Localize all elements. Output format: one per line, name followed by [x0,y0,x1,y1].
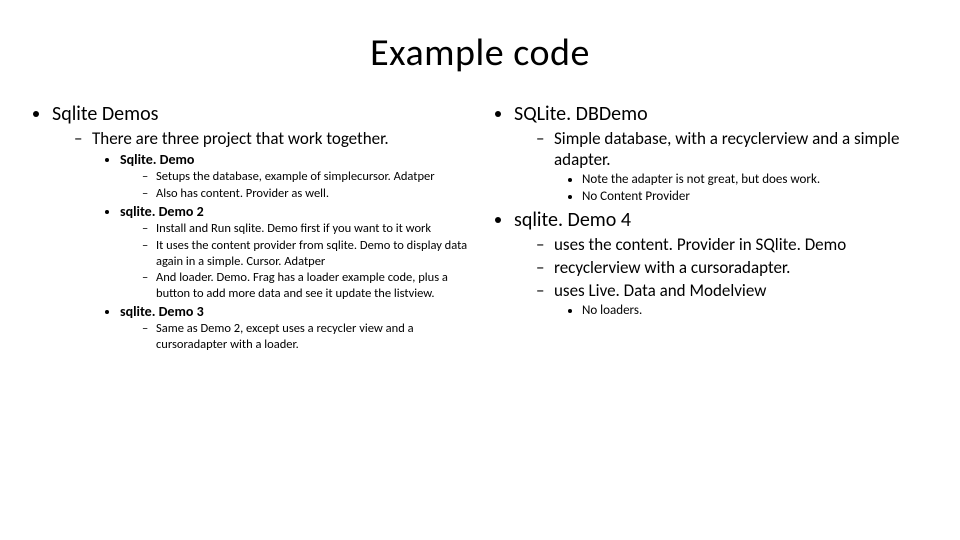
left-sub-text: There are three project that work togeth… [92,128,389,149]
left-item-2-name: sqlite. Demo 3 [120,303,204,320]
right-column: SQLite. DBDemo Simple database, with a r… [492,100,930,357]
right-block-1-sub-0: uses the content. Provider in SQlite. De… [540,234,930,255]
left-item-1-detail-0: Install and Run sqlite. Demo first if yo… [144,221,468,237]
left-heading: Sqlite Demos There are three project tha… [52,102,468,353]
left-item-0-detail-0: Setups the database, example of simplecu… [144,169,468,185]
left-item-0-name: Sqlite. Demo [120,151,194,168]
columns: Sqlite Demos There are three project tha… [30,100,930,357]
left-item-1-name: sqlite. Demo 2 [120,203,204,220]
left-column: Sqlite Demos There are three project tha… [30,100,468,357]
slide-title: Example code [30,30,930,76]
left-heading-text: Sqlite Demos [52,102,158,126]
left-item-0-detail-1: Also has content. Provider as well. [144,186,468,202]
right-block-1-sub-2: uses Live. Data and Modelview No loaders… [540,280,930,318]
left-item-0: Sqlite. Demo Setups the database, exampl… [120,151,468,201]
left-item-2: sqlite. Demo 3 Same as Demo 2, except us… [120,303,468,352]
slide: Example code Sqlite Demos There are thre… [0,0,960,540]
right-block-1: sqlite. Demo 4 uses the content. Provide… [514,208,930,318]
left-item-2-detail-0: Same as Demo 2, except uses a recycler v… [144,321,468,352]
right-block-0: SQLite. DBDemo Simple database, with a r… [514,102,930,204]
right-block-1-note-0: No loaders. [582,303,930,318]
right-block-0-note-0: Note the adapter is not great, but does … [582,172,930,187]
right-block-0-sub-text: Simple database, with a recyclerview and… [554,128,899,170]
right-block-1-sub-1: recyclerview with a cursoradapter. [540,257,930,278]
right-block-1-sub-2-text: uses Live. Data and Modelview [554,280,766,301]
left-item-1-detail-1: It uses the content provider from sqlite… [144,238,468,269]
right-block-1-heading: sqlite. Demo 4 [514,208,631,232]
left-item-1: sqlite. Demo 2 Install and Run sqlite. D… [120,203,468,301]
right-block-0-heading: SQLite. DBDemo [514,102,648,126]
right-block-0-note-1: No Content Provider [582,189,930,204]
left-sub: There are three project that work togeth… [78,128,468,353]
right-block-0-sub: Simple database, with a recyclerview and… [540,128,930,204]
left-item-1-detail-2: And loader. Demo. Frag has a loader exam… [144,270,468,301]
